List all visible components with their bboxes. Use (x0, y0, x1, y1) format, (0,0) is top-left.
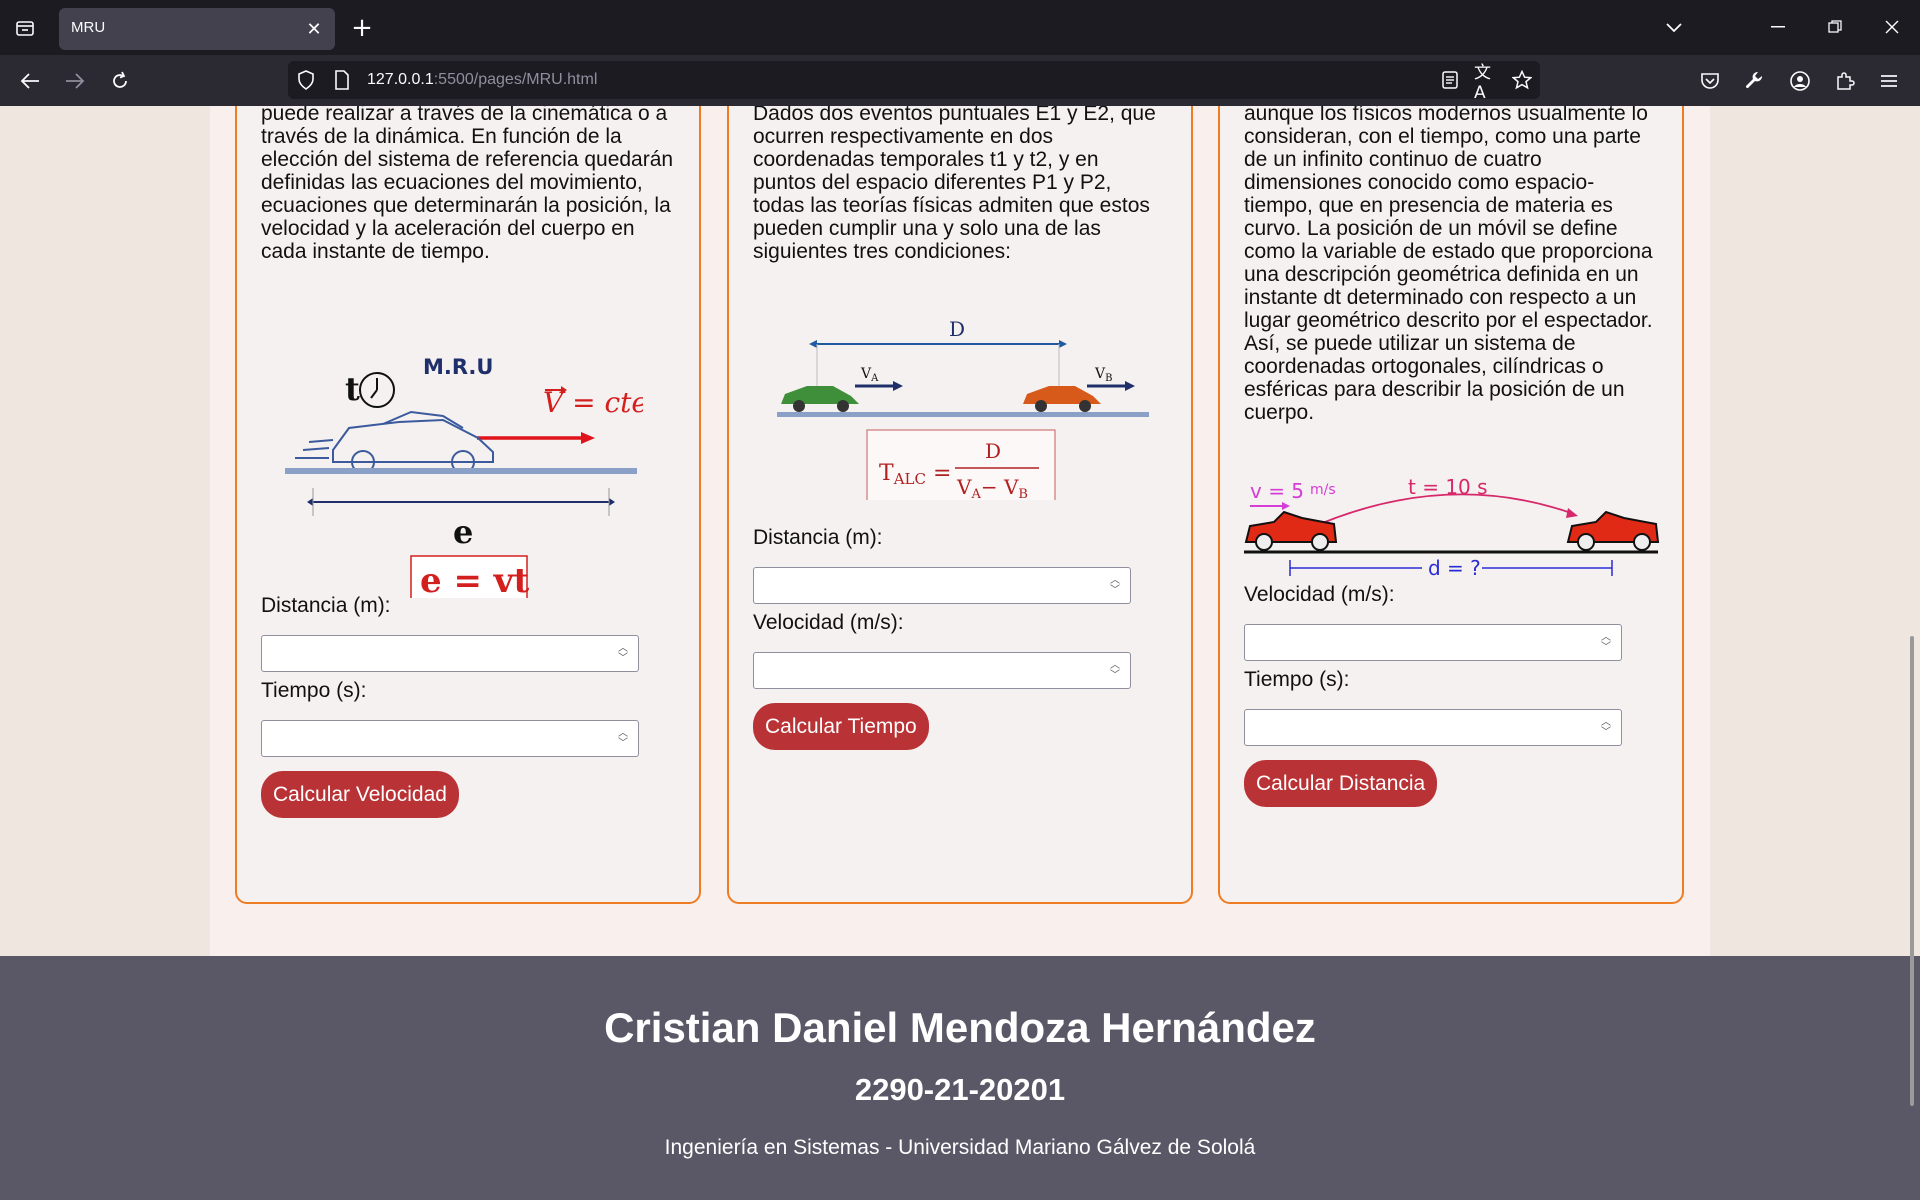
card-velocity: puede realizar a través de la cinemática… (235, 106, 701, 904)
url-text: 127.0.0.1:5500/pages/MRU.html (367, 71, 598, 88)
tab-list-icon[interactable] (8, 12, 42, 44)
card-distance: aunque los físicos modernos usualmente l… (1218, 106, 1684, 904)
tab-close-icon[interactable]: ✕ (301, 16, 327, 42)
page-info-icon[interactable] (330, 68, 354, 92)
restore-icon[interactable] (1809, 8, 1861, 46)
url-bar[interactable]: 127.0.0.1:5500/pages/MRU.html 文A (288, 61, 1540, 103)
svg-text:VB: VB (1094, 366, 1112, 384)
spinner-icon[interactable]: ︿ ﹀ (614, 642, 632, 666)
velocity-label: Velocidad (m/s): (753, 611, 904, 634)
card-time: Dados dos eventos puntuales E1 y E2, que… (727, 106, 1193, 904)
forward-icon[interactable] (57, 63, 93, 99)
calculate-distance-button[interactable]: Calcular Distancia (1244, 760, 1438, 807)
spinner-icon[interactable]: ︿ ﹀ (1597, 631, 1615, 655)
page-footer: Cristian Daniel Mendoza Hernández 2290-2… (0, 956, 1920, 1200)
mru-velocity-figure: t M.R.U V = cte e e = vt (285, 355, 643, 598)
spinner-icon[interactable]: ︿ ﹀ (1106, 659, 1124, 683)
svg-text:M.R.U: M.R.U (423, 355, 493, 379)
spinner-icon[interactable]: ︿ ﹀ (614, 727, 632, 751)
account-icon[interactable] (1782, 63, 1818, 99)
green-car-icon (781, 386, 859, 412)
red-car-icon (1244, 510, 1338, 551)
calculate-time-button[interactable]: Calcular Tiempo (753, 703, 929, 750)
velocity-input[interactable]: ︿ ﹀ (753, 652, 1131, 689)
time-label: Tiempo (s): (261, 679, 367, 702)
svg-text:d = ?: d = ? (1428, 556, 1481, 580)
shield-icon[interactable] (294, 68, 318, 92)
window-close-icon[interactable] (1866, 8, 1918, 46)
bookmark-star-icon[interactable] (1510, 68, 1534, 92)
time-input[interactable]: ︿ ﹀ (1244, 709, 1622, 746)
translate-icon[interactable]: 文A (1474, 63, 1498, 103)
reader-view-icon[interactable] (1438, 68, 1462, 92)
extensions-icon[interactable] (1827, 63, 1863, 99)
mru-time-figure: D VA VB TALC = D VA− VB (777, 317, 1149, 500)
svg-text:m/s: m/s (1310, 482, 1336, 498)
wrench-icon[interactable] (1736, 63, 1772, 99)
svg-text:VA: VA (860, 366, 879, 384)
browser-navbar: 127.0.0.1:5500/pages/MRU.html 文A (0, 55, 1920, 106)
svg-text:v = 5: v = 5 (1250, 479, 1304, 503)
calculate-velocity-button[interactable]: Calcular Velocidad (261, 771, 459, 818)
svg-text:D: D (985, 439, 1001, 463)
reload-icon[interactable] (102, 63, 138, 99)
mru-distance-figure: v = 5 m/s t = 10 s d = ? (1244, 475, 1660, 580)
card-text: Dados dos eventos puntuales E1 y E2, que… (753, 106, 1156, 263)
browser-tab-active[interactable]: MRU ✕ (59, 8, 335, 50)
red-car-icon (1566, 510, 1660, 551)
time-input[interactable]: ︿ ﹀ (261, 720, 639, 757)
page-scrollbar[interactable] (1910, 636, 1914, 1106)
svg-text:D: D (949, 317, 965, 341)
app-menu-icon[interactable] (1871, 63, 1907, 99)
minimize-icon[interactable] (1752, 8, 1804, 46)
new-tab-icon[interactable]: + (345, 12, 379, 44)
car-sketch (295, 410, 494, 474)
chevron-down-icon[interactable] (1656, 12, 1692, 44)
footer-subtitle: Ingeniería en Sistemas - Universidad Mar… (664, 1136, 1256, 1159)
svg-text:e = vt: e = vt (420, 561, 530, 598)
time-label: Tiempo (s): (1244, 668, 1350, 691)
velocity-input[interactable]: ︿ ﹀ (1244, 624, 1622, 661)
distance-label: Distancia (m): (753, 526, 883, 549)
card-text: puede realizar a través de la cinemática… (261, 106, 674, 263)
spinner-icon[interactable]: ︿ ﹀ (1597, 716, 1615, 740)
velocity-label: Velocidad (m/s): (1244, 583, 1395, 606)
distance-input[interactable]: ︿ ﹀ (753, 567, 1131, 604)
distance-input[interactable]: ︿ ﹀ (261, 635, 639, 672)
page-viewport: puede realizar a través de la cinemática… (0, 106, 1920, 1200)
pocket-icon[interactable] (1692, 63, 1728, 99)
browser-tab-strip: MRU ✕ + (0, 0, 1920, 55)
card-text: aunque los físicos modernos usualmente l… (1244, 106, 1653, 424)
distance-label: Distancia (m): (261, 594, 391, 617)
content-panel: puede realizar a través de la cinemática… (210, 106, 1710, 1036)
back-icon[interactable] (12, 63, 48, 99)
author-name: Cristian Daniel Mendoza Hernández (604, 1004, 1316, 1051)
orange-car-icon (1023, 386, 1101, 412)
tab-title: MRU (71, 19, 106, 36)
svg-text:t: t (345, 370, 360, 408)
spinner-icon[interactable]: ︿ ﹀ (1106, 574, 1124, 598)
svg-text:VA− VB: VA− VB (956, 475, 1028, 500)
student-id: 2290-21-20201 (854, 1072, 1066, 1107)
svg-text:e: e (453, 513, 473, 551)
